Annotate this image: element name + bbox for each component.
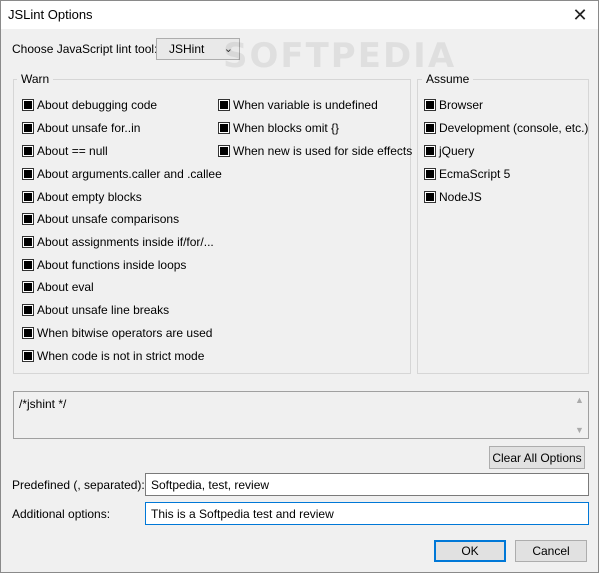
warn-eqnull-checkbox[interactable]: About == null [22,144,108,158]
lint-tool-value: JSHint [169,42,205,56]
additional-options-input[interactable]: This is a Softpedia test and review [145,502,589,525]
warn-functions-in-loops-checkbox[interactable]: About functions inside loops [22,258,186,272]
warn-assignments-checkbox[interactable]: About assignments inside if/for/... [22,235,214,249]
predefined-value: Softpedia, test, review [151,477,270,492]
scroll-up-icon[interactable]: ▲ [575,395,584,405]
warn-group-label: Warn [17,72,54,86]
warn-line-breaks-checkbox[interactable]: About unsafe line breaks [22,303,169,317]
options-textarea[interactable]: /*jshint */ ▲ ▼ [13,391,589,439]
title-bar: JSLint Options ✕ [1,1,598,29]
warn-debugging-checkbox[interactable]: About debugging code [22,98,157,112]
window-title: JSLint Options [8,7,93,22]
warn-undefined-var-checkbox[interactable]: When variable is undefined [218,98,378,112]
assume-development-checkbox[interactable]: Development (console, etc.) [424,121,588,135]
warn-unsafe-forin-checkbox[interactable]: About unsafe for..in [22,121,140,135]
warn-eval-checkbox[interactable]: About eval [22,280,94,294]
ok-button[interactable]: OK [434,540,506,562]
clear-all-options-button[interactable]: Clear All Options [489,446,585,469]
lint-tool-label: Choose JavaScript lint tool: [12,42,158,56]
close-icon[interactable]: ✕ [562,1,598,29]
warn-bitwise-checkbox[interactable]: When bitwise operators are used [22,326,212,340]
warn-unsafe-comparisons-checkbox[interactable]: About unsafe comparisons [22,212,179,226]
options-text: /*jshint */ [19,397,67,411]
assume-nodejs-checkbox[interactable]: NodeJS [424,190,482,204]
warn-blocks-omit-braces-checkbox[interactable]: When blocks omit {} [218,121,339,135]
textarea-scrollbar[interactable]: ▲ ▼ [571,392,588,438]
additional-options-value: This is a Softpedia test and review [151,506,334,521]
warn-strict-mode-checkbox[interactable]: When code is not in strict mode [22,349,204,363]
warn-new-side-effects-checkbox[interactable]: When new is used for side effects [218,144,412,158]
cancel-button[interactable]: Cancel [515,540,587,562]
warn-empty-blocks-checkbox[interactable]: About empty blocks [22,190,142,204]
additional-options-label: Additional options: [12,507,111,521]
warn-arguments-callee-checkbox[interactable]: About arguments.caller and .callee [22,167,222,181]
predefined-input[interactable]: Softpedia, test, review [145,473,589,496]
assume-ecmascript5-checkbox[interactable]: EcmaScript 5 [424,167,510,181]
softpedia-watermark: SOFTPEDIA [223,36,457,76]
scroll-down-icon[interactable]: ▼ [575,425,584,435]
predefined-label: Predefined (, separated): [12,478,145,492]
assume-group-label: Assume [422,72,474,86]
dialog-window: JSLint Options ✕ Choose JavaScript lint … [0,0,599,573]
assume-browser-checkbox[interactable]: Browser [424,98,483,112]
assume-jquery-checkbox[interactable]: jQuery [424,144,474,158]
